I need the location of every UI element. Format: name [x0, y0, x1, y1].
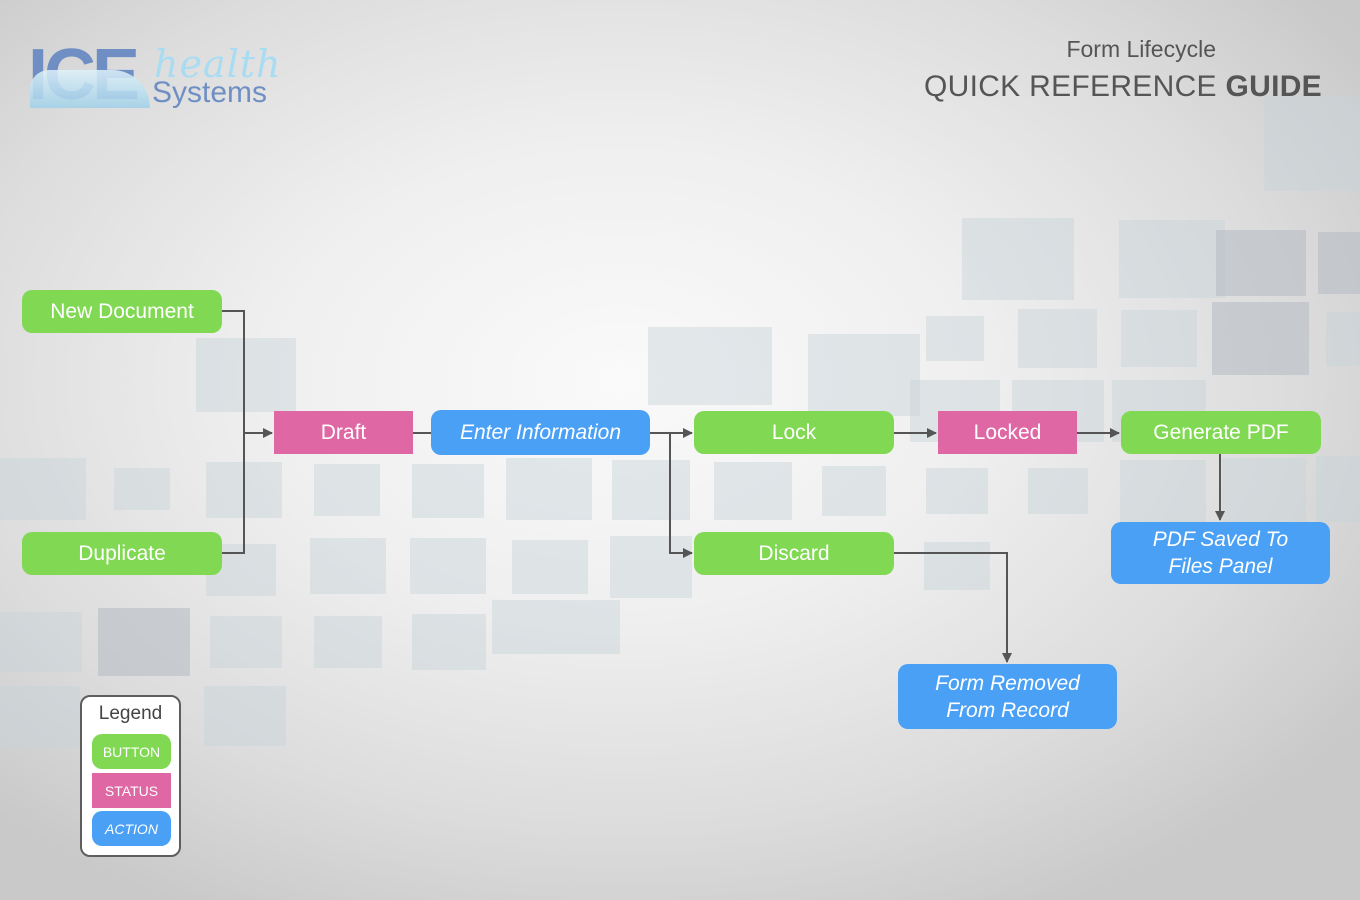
enter-information-action: Enter Information	[431, 410, 650, 455]
edge-duplicate-to-draft	[222, 433, 245, 554]
legend-title: Legend	[98, 703, 163, 724]
edge-discard-to-form-removed	[894, 552, 1012, 663]
generate-pdf-button[interactable]: Generate PDF	[1121, 411, 1321, 454]
lock-label: Lock	[771, 421, 817, 444]
form-removed-label-line2: From Record	[946, 698, 1069, 722]
legend: Legend BUTTON STATUS ACTION	[80, 695, 181, 857]
legend-item-button: BUTTON	[92, 734, 171, 769]
enter-information-label: Enter Information	[459, 421, 622, 444]
discard-label: Discard	[758, 542, 830, 565]
new-document-button[interactable]: New Document	[22, 290, 222, 333]
legend-item-status-label: STATUS	[104, 782, 159, 799]
locked-status: Locked	[938, 411, 1077, 454]
edge-new-document-to-draft	[222, 310, 273, 438]
new-document-label: New Document	[50, 300, 194, 323]
pdf-saved-action: PDF Saved To Files Panel	[1111, 522, 1330, 584]
legend-item-action: ACTION	[92, 811, 171, 846]
duplicate-button[interactable]: Duplicate	[22, 532, 222, 575]
lock-button[interactable]: Lock	[694, 411, 894, 454]
pdf-saved-label-line1: PDF Saved To	[1152, 528, 1289, 551]
pdf-saved-label-line2: Files Panel	[1168, 555, 1273, 578]
duplicate-label: Duplicate	[78, 542, 166, 565]
legend-item-status: STATUS	[92, 773, 171, 808]
discard-button[interactable]: Discard	[694, 532, 894, 575]
legend-item-button-label: BUTTON	[102, 743, 161, 760]
generate-pdf-label: Generate PDF	[1153, 421, 1289, 444]
draft-label: Draft	[320, 421, 367, 444]
draft-status: Draft	[274, 411, 413, 454]
locked-label: Locked	[973, 421, 1042, 444]
form-removed-label-line1: Form Removed	[935, 671, 1080, 695]
form-removed-action: Form Removed From Record	[898, 664, 1117, 729]
legend-item-action-label: ACTION	[105, 820, 158, 837]
edge-enter-information-to-discard	[669, 433, 693, 558]
